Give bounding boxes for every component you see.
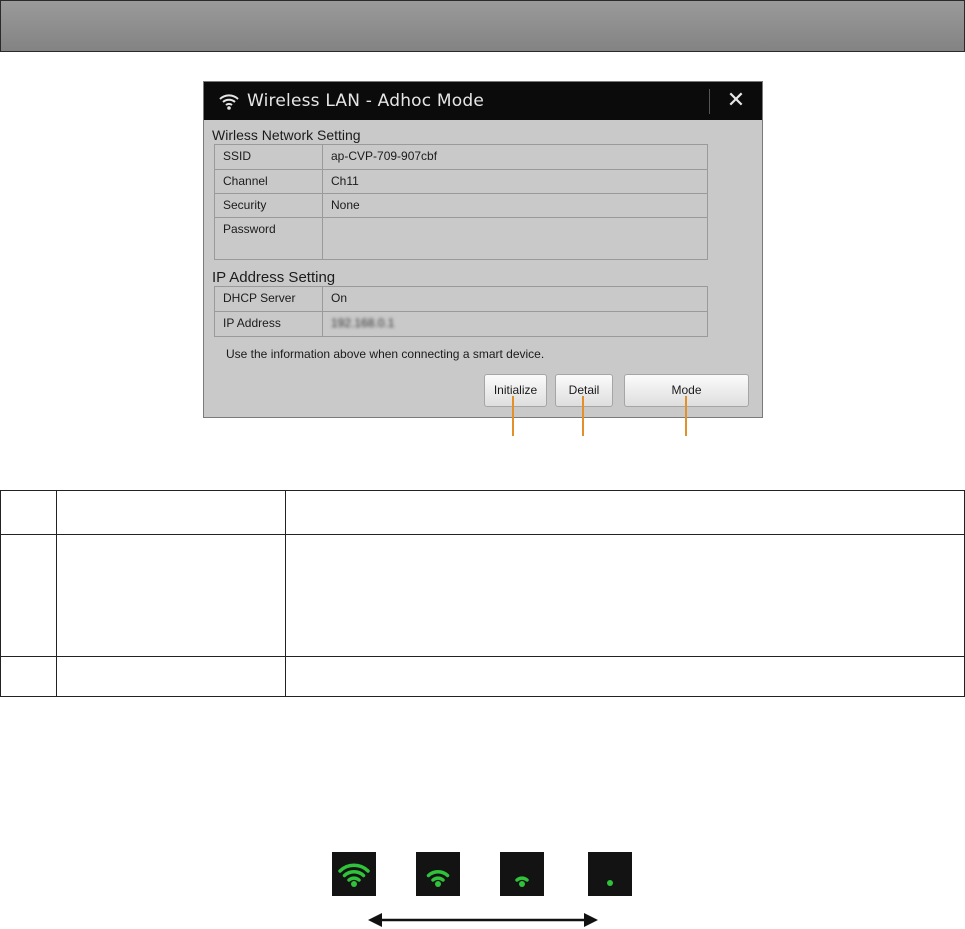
table-row bbox=[0, 656, 965, 697]
callout-line-detail bbox=[582, 396, 584, 436]
ssid-value: ap-CVP-709-907cbf bbox=[322, 144, 708, 170]
wifi-icon bbox=[219, 94, 239, 110]
table-row: Security None bbox=[214, 193, 708, 218]
table-cell bbox=[0, 656, 57, 697]
table-row: Channel Ch11 bbox=[214, 169, 708, 194]
table-row: IP Address 192.168.0.1 bbox=[214, 311, 708, 337]
channel-value: Ch11 bbox=[322, 169, 708, 194]
table-cell bbox=[56, 490, 286, 535]
dialog-title-bar: Wireless LAN - Adhoc Mode ✕ bbox=[204, 82, 762, 120]
table-row bbox=[0, 490, 965, 535]
password-value bbox=[322, 217, 708, 260]
signal-strength-1-icon bbox=[500, 852, 544, 896]
wireless-section-title: Wirless Network Setting bbox=[212, 127, 361, 143]
double-arrow-icon bbox=[368, 913, 598, 927]
table-cell bbox=[56, 534, 286, 657]
ip-address-label: IP Address bbox=[214, 311, 323, 337]
security-value: None bbox=[322, 193, 708, 218]
table-cell bbox=[285, 656, 965, 697]
table-row bbox=[0, 534, 965, 657]
table-cell bbox=[56, 656, 286, 697]
description-table bbox=[0, 490, 965, 697]
connection-note: Use the information above when connectin… bbox=[226, 347, 545, 361]
wireless-lan-dialog: Wireless LAN - Adhoc Mode ✕ Wirless Netw… bbox=[203, 81, 763, 418]
table-cell bbox=[0, 490, 57, 535]
ssid-label: SSID bbox=[214, 144, 323, 170]
ip-section-title: IP Address Setting bbox=[212, 269, 336, 286]
dialog-title: Wireless LAN - Adhoc Mode bbox=[247, 91, 485, 111]
close-icon[interactable]: ✕ bbox=[718, 85, 754, 117]
table-row: Password bbox=[214, 217, 708, 260]
signal-strength-2-icon bbox=[416, 852, 460, 896]
title-separator bbox=[709, 89, 710, 114]
ip-settings-table: DHCP Server On IP Address 192.168.0.1 bbox=[214, 286, 708, 337]
callout-line-mode bbox=[685, 396, 687, 436]
signal-strength-3-icon bbox=[332, 852, 376, 896]
initialize-button[interactable]: Initialize bbox=[484, 374, 547, 407]
table-row: SSID ap-CVP-709-907cbf bbox=[214, 144, 708, 170]
security-label: Security bbox=[214, 193, 323, 218]
page-header-bar bbox=[0, 0, 965, 52]
table-cell bbox=[285, 490, 965, 535]
callout-line-initialize bbox=[512, 396, 514, 436]
dhcp-label: DHCP Server bbox=[214, 286, 323, 312]
ip-address-text: 192.168.0.1 bbox=[331, 316, 395, 330]
table-cell bbox=[0, 534, 57, 657]
signal-strength-0-icon bbox=[588, 852, 632, 896]
wireless-settings-table: SSID ap-CVP-709-907cbf Channel Ch11 Secu… bbox=[214, 144, 708, 260]
table-cell bbox=[285, 534, 965, 657]
password-label: Password bbox=[214, 217, 323, 260]
dhcp-value: On bbox=[322, 286, 708, 312]
ip-address-value: 192.168.0.1 bbox=[322, 311, 708, 337]
table-row: DHCP Server On bbox=[214, 286, 708, 312]
detail-button[interactable]: Detail bbox=[555, 374, 613, 407]
channel-label: Channel bbox=[214, 169, 323, 194]
